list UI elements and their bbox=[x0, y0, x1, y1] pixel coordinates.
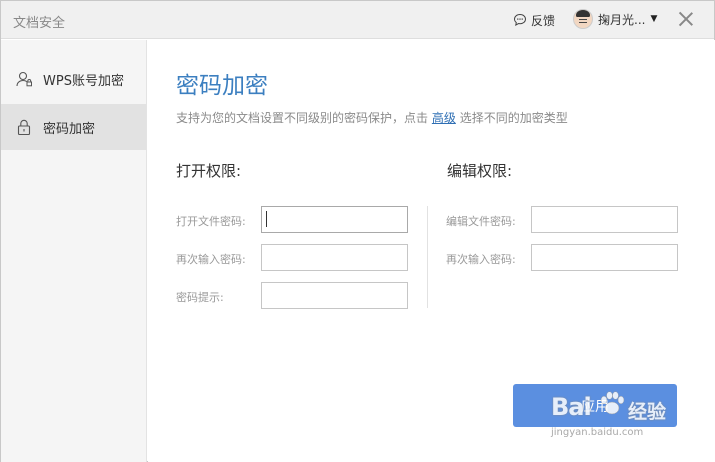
advanced-link[interactable]: 高级 bbox=[432, 111, 456, 125]
document-security-window: 文档安全 反馈 掬月光... ▼ WPS账号加密 密码加密 密码加密 支持为您的… bbox=[0, 0, 715, 462]
title-bar: 文档安全 反馈 掬月光... ▼ bbox=[1, 1, 714, 39]
chat-bubble-icon bbox=[513, 13, 527, 26]
page-title: 密码加密 bbox=[176, 73, 268, 99]
sidebar: WPS账号加密 密码加密 bbox=[1, 40, 147, 462]
close-icon[interactable] bbox=[677, 10, 695, 28]
edit-permission-title: 编辑权限: bbox=[447, 162, 513, 180]
user-icon bbox=[16, 71, 32, 87]
description-text-end: 选择不同的加密类型 bbox=[459, 111, 568, 125]
password-hint-label: 密码提示: bbox=[176, 291, 224, 304]
confirm-open-password-field[interactable] bbox=[261, 244, 408, 271]
description: 支持为您的文档设置不同级别的密码保护，点击 高级 选择不同的加密类型 bbox=[176, 109, 568, 126]
window-title: 文档安全 bbox=[13, 16, 66, 31]
confirm-open-password-label: 再次输入密码: bbox=[176, 253, 246, 266]
edit-password-label: 编辑文件密码: bbox=[446, 215, 516, 228]
sidebar-item-password[interactable]: 密码加密 bbox=[1, 104, 146, 150]
caret-down-icon: ▼ bbox=[650, 14, 658, 24]
sidebar-item-wps-account[interactable]: WPS账号加密 bbox=[1, 56, 146, 102]
feedback-label: 反馈 bbox=[531, 13, 556, 28]
baidu-jingyan-watermark: Bai 经验 jingyan.baidu.com bbox=[548, 385, 678, 445]
watermark-url: jingyan.baidu.com bbox=[551, 427, 644, 438]
open-password-field[interactable] bbox=[261, 206, 408, 233]
confirm-edit-password-field[interactable] bbox=[531, 244, 678, 271]
watermark-brand-zh: 经验 bbox=[628, 401, 667, 423]
sidebar-item-label: WPS账号加密 bbox=[43, 73, 124, 89]
description-text: 支持为您的文档设置不同级别的密码保护，点击 bbox=[176, 111, 429, 125]
edit-password-field[interactable] bbox=[531, 206, 678, 233]
section-divider bbox=[427, 206, 428, 308]
avatar bbox=[573, 9, 593, 29]
sidebar-item-label: 密码加密 bbox=[43, 121, 96, 137]
confirm-edit-password-label: 再次输入密码: bbox=[446, 253, 516, 266]
user-name: 掬月光... bbox=[598, 12, 646, 27]
user-menu[interactable]: 掬月光... ▼ bbox=[573, 8, 657, 30]
watermark-brand: Bai bbox=[551, 393, 592, 421]
lock-icon bbox=[17, 119, 31, 136]
password-hint-field[interactable] bbox=[261, 282, 408, 309]
text-cursor bbox=[266, 211, 267, 227]
open-password-label: 打开文件密码: bbox=[176, 215, 246, 228]
open-permission-title: 打开权限: bbox=[176, 162, 242, 180]
paw-icon bbox=[600, 391, 625, 415]
feedback-button[interactable]: 反馈 bbox=[513, 10, 555, 30]
